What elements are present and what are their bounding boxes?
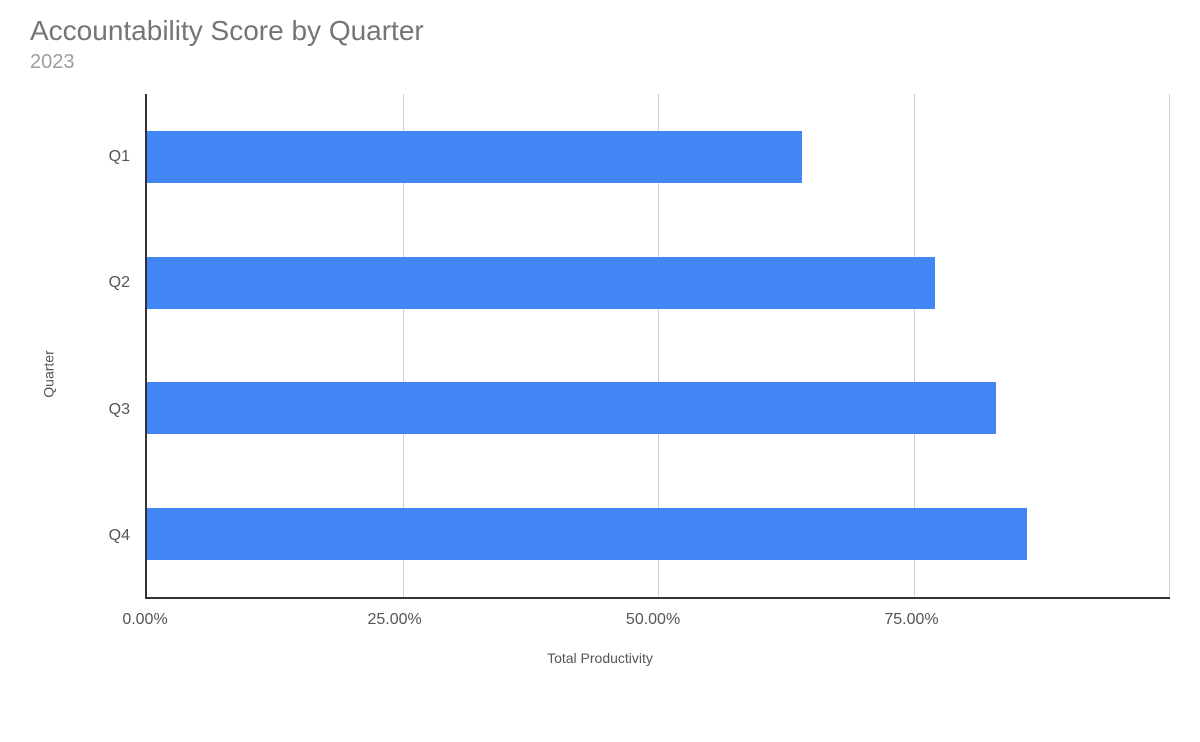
bar-row-q2 [147, 257, 1170, 309]
x-axis-label: Total Productivity [547, 650, 653, 666]
x-tick: 25.00% [367, 611, 421, 629]
x-tick: 75.00% [884, 611, 938, 629]
plot-wrapper: Quarter Q1 Q2 Q3 Q4 [30, 94, 1170, 654]
x-tick: 50.00% [626, 611, 680, 629]
x-axis-ticks: 0.00% 25.00% 50.00% 75.00% [145, 611, 1170, 629]
bar-row-q3 [147, 382, 1170, 434]
y-tick: Q1 [109, 148, 130, 166]
chart-container: Accountability Score by Quarter 2023 Qua… [0, 0, 1200, 742]
bar-q4 [147, 508, 1027, 560]
y-tick: Q3 [109, 401, 130, 419]
y-tick: Q4 [109, 527, 130, 545]
bar-q2 [147, 257, 935, 309]
bars-group [147, 94, 1170, 597]
x-tick: 0.00% [122, 611, 167, 629]
bar-row-q4 [147, 508, 1170, 560]
bar-row-q1 [147, 131, 1170, 183]
y-tick: Q2 [109, 274, 130, 292]
y-axis-ticks: Q1 Q2 Q3 Q4 [30, 94, 145, 599]
bar-q1 [147, 131, 802, 183]
chart-title: Accountability Score by Quarter [30, 15, 1170, 47]
plot-area [145, 94, 1170, 599]
bar-q3 [147, 382, 996, 434]
chart-subtitle: 2023 [30, 51, 1170, 74]
y-axis-label: Quarter [41, 350, 57, 397]
